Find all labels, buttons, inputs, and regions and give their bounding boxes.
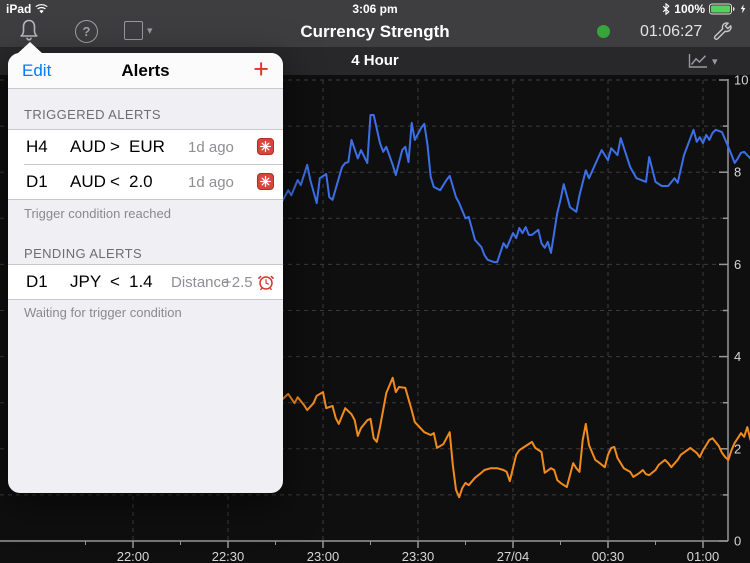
alert-cell: AUD	[70, 172, 106, 192]
alert-row[interactable]: D1 JPY <1.4 Distance+2.5	[8, 265, 283, 299]
alerts-popover: Edit Alerts + TRIGGERED ALERTS H4 AUD> EUR 1…	[8, 53, 283, 493]
alert-cell: 2.0	[129, 172, 153, 192]
alert-row[interactable]: D1 AUD<2.0 1d ago	[8, 164, 283, 199]
popover-title: Alerts	[8, 61, 283, 81]
svg-text:23:00: 23:00	[307, 549, 340, 563]
alert-cell: D1	[26, 172, 48, 192]
alert-cell: >	[110, 137, 120, 157]
charging-bolt-icon	[740, 4, 746, 14]
battery-percent: 100%	[674, 2, 705, 16]
add-alert-button[interactable]: +	[253, 54, 269, 85]
connection-status-dot	[597, 25, 610, 38]
alert-group: H4 AUD> EUR 1d ago D1 AUD<2.0 1d ago	[8, 129, 283, 200]
alert-cell: D1	[26, 272, 48, 292]
alert-meta: 1d ago	[188, 174, 234, 191]
line-chart-icon	[688, 53, 708, 69]
alert-group: D1 JPY <1.4 Distance+2.5	[8, 264, 283, 300]
svg-text:27/04: 27/04	[497, 549, 530, 563]
svg-text:22:00: 22:00	[117, 549, 150, 563]
alert-cell: AUD	[70, 137, 106, 157]
app-title: Currency Strength	[0, 22, 750, 42]
settings-wrench-icon[interactable]	[710, 20, 734, 44]
svg-text:00:30: 00:30	[592, 549, 625, 563]
alert-cell: EUR	[129, 137, 165, 157]
battery-icon	[709, 3, 736, 15]
alarm-clock-icon	[257, 273, 274, 290]
alert-cell: JPY	[70, 272, 101, 292]
svg-text:01:00: 01:00	[687, 549, 720, 563]
toolbar: iPad 3:06 pm 100% ▾ Currency Strength 01…	[0, 0, 750, 47]
svg-text:22:30: 22:30	[212, 549, 245, 563]
alert-cell: <	[110, 272, 120, 292]
alert-cell: H4	[26, 137, 48, 157]
alert-triggered-icon	[257, 138, 274, 155]
alert-row[interactable]: H4 AUD> EUR 1d ago	[8, 130, 283, 164]
svg-text:0: 0	[734, 534, 741, 549]
chart-type-caret-down-icon: ▾	[712, 55, 718, 68]
alert-cell: 1.4	[129, 272, 153, 292]
svg-text:6: 6	[734, 257, 741, 272]
svg-text:8: 8	[734, 165, 741, 180]
orange-series-line	[282, 378, 750, 497]
alert-meta: Distance	[171, 274, 229, 291]
section-footer: Waiting for trigger condition	[24, 305, 182, 320]
section-footer: Trigger condition reached	[24, 206, 171, 221]
section-header: PENDING ALERTS	[24, 246, 142, 261]
alert-triggered-icon	[257, 173, 274, 190]
session-timer: 01:06:27	[640, 23, 702, 41]
alert-cell: <	[110, 172, 120, 192]
chart-type-selector[interactable]: ▾	[688, 53, 718, 69]
popover-header: Edit Alerts +	[8, 53, 283, 89]
section-header: TRIGGERED ALERTS	[24, 107, 161, 122]
alert-distance-value: +2.5	[223, 274, 253, 291]
bluetooth-icon	[662, 3, 670, 15]
svg-text:23:30: 23:30	[402, 549, 435, 563]
svg-text:4: 4	[734, 349, 741, 364]
status-time: 3:06 pm	[0, 2, 750, 16]
blue-series-line	[282, 115, 750, 262]
alert-meta: 1d ago	[188, 139, 234, 156]
